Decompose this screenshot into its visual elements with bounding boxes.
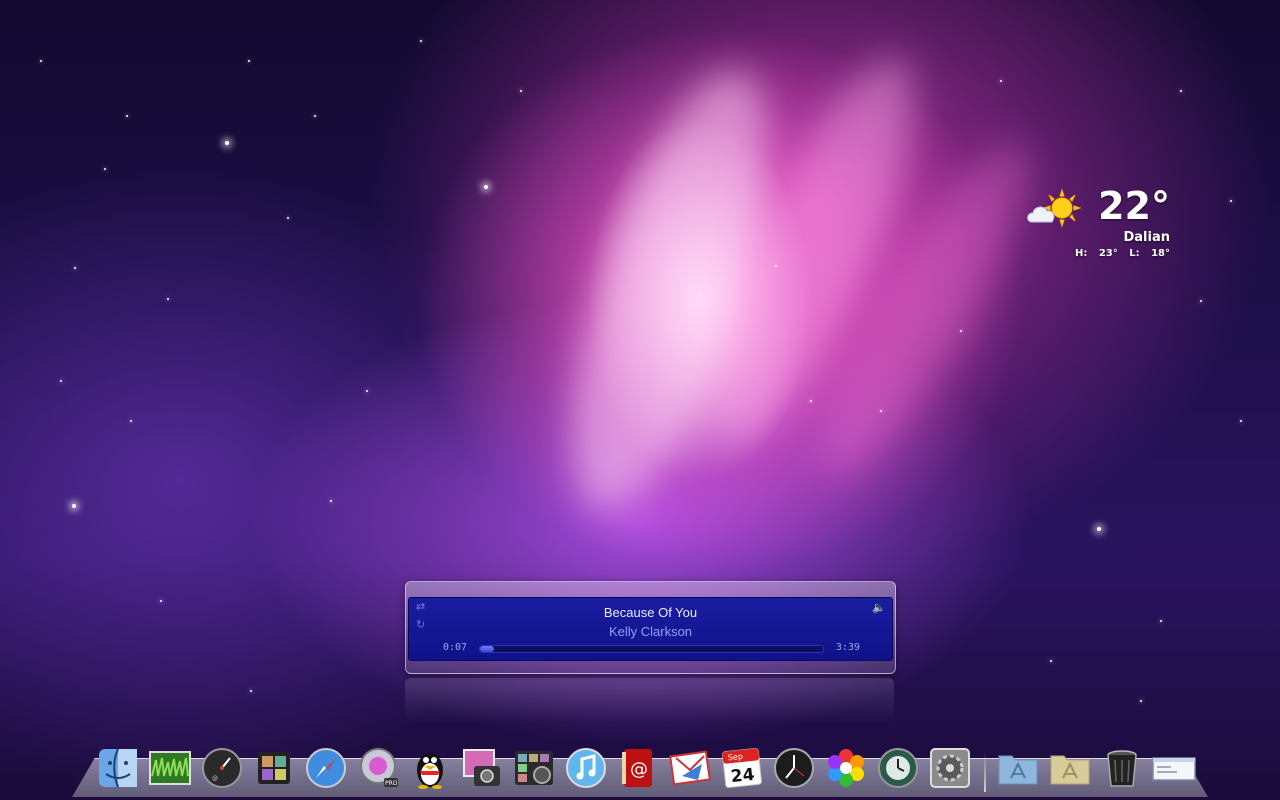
itunes-icon[interactable] [562,744,610,792]
player-display: ⇄ ↻ 🔈 Because Of You Kelly Clarkson 0:07… [408,597,893,661]
documents-folder-icon[interactable] [1046,744,1094,792]
quicktime-pro-icon[interactable]: PRO [354,744,402,792]
partly-cloudy-icon [1027,188,1082,228]
dashboard-icon[interactable]: @ [198,744,246,792]
city-name: Dalian [1123,230,1170,245]
address-book-icon[interactable]: @ [614,744,662,792]
progress-fill [480,646,494,652]
grass-photo-icon[interactable] [146,744,194,792]
safari-icon[interactable] [302,744,350,792]
mail-icon[interactable] [666,744,714,792]
finder-icon[interactable] [94,744,142,792]
calendar-month: Sep [727,752,743,763]
iphoto-icon[interactable] [458,744,506,792]
song-title: Because Of You [603,605,698,620]
system-preferences-icon[interactable] [926,744,974,792]
calendar-icon[interactable]: Sep 24 [718,744,766,792]
svg-text:PRO: PRO [385,780,398,787]
elapsed-time: 0:07 [443,642,468,653]
dock: @ PRO @ Sep 24 [94,740,1202,792]
weather-widget[interactable]: 22° Dalian H: 23° L: 18° [1022,180,1172,270]
progress-bar[interactable] [479,645,824,653]
player-reflection [405,678,894,723]
trash-icon[interactable] [1098,744,1146,792]
dock-separator [984,752,986,792]
color-picker-icon[interactable] [822,744,870,792]
photo-booth-icon[interactable] [250,744,298,792]
svg-text:@: @ [212,775,218,782]
high-low-temperature: H: 23° L: 18° [1074,248,1170,259]
calendar-day: 24 [730,765,756,787]
music-player-widget[interactable]: ⇄ ↻ 🔈 Because Of You Kelly Clarkson 0:07… [405,581,896,674]
window-icon[interactable] [1150,744,1198,792]
temperature: 22° [1098,184,1170,228]
photo-gallery-icon[interactable] [510,744,558,792]
clock-icon[interactable] [770,744,818,792]
time-machine-icon[interactable] [874,744,922,792]
applications-folder-icon[interactable] [994,744,1042,792]
svg-text:@: @ [630,759,648,780]
total-duration: 3:39 [835,642,860,653]
qq-penguin-icon[interactable] [406,744,454,792]
artist-name: Kelly Clarkson [608,624,693,639]
